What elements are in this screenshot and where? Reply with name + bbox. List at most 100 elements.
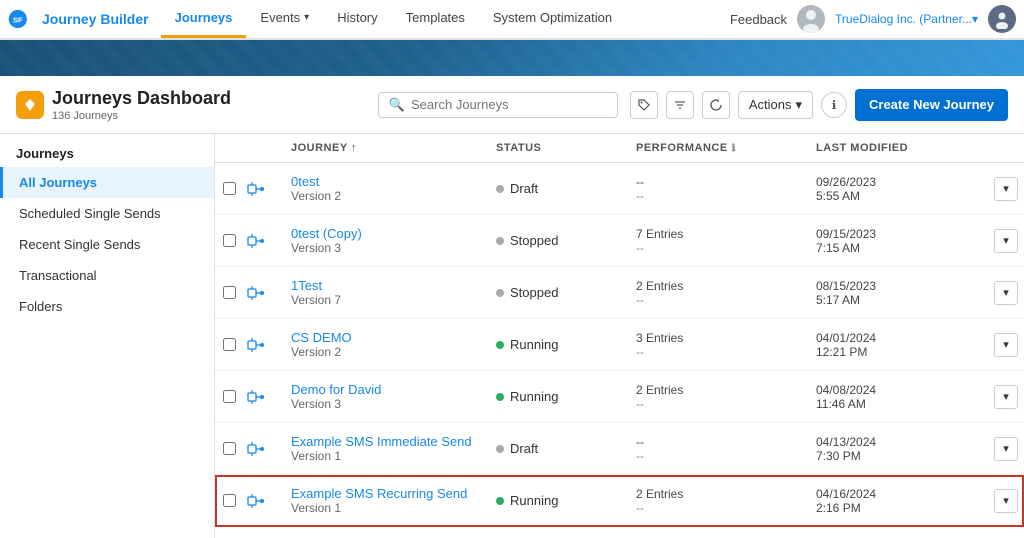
app-logo[interactable]: SF Journey Builder	[8, 5, 149, 33]
journey-type-icon-6	[247, 493, 287, 509]
perf-entries-1: 7 Entries	[636, 227, 808, 241]
actions-dropdown[interactable]: Actions ▾	[738, 91, 813, 119]
row-action-btn-2[interactable]: ▾	[988, 281, 1024, 305]
perf-sub-1: --	[636, 241, 808, 255]
perf-entries-0: --	[636, 175, 808, 189]
row-action-btn-0[interactable]: ▾	[988, 177, 1024, 201]
sidebar-item-all-journeys[interactable]: All Journeys	[0, 167, 214, 198]
col-header-journey[interactable]: JOURNEY ↑	[287, 142, 488, 154]
status-dot-3	[496, 341, 504, 349]
row-action-btn-1[interactable]: ▾	[988, 229, 1024, 253]
journey-modified-2: 08/15/2023 5:17 AM	[808, 279, 988, 307]
journey-name-5[interactable]: Example SMS Immediate Send	[291, 434, 484, 449]
status-label-4: Running	[510, 389, 558, 404]
table-row: Example SMS Scheduled Send Running 2 Ent…	[215, 527, 1024, 538]
search-icon: 🔍	[389, 97, 405, 113]
status-label-1: Stopped	[510, 233, 558, 248]
sidebar-item-recent-single-sends[interactable]: Recent Single Sends	[0, 229, 214, 260]
sidebar-item-scheduled-single-sends[interactable]: Scheduled Single Sends	[0, 198, 214, 229]
journey-version-0: Version 2	[291, 189, 484, 203]
journey-name-2[interactable]: 1Test	[291, 278, 484, 293]
journey-info-4: Demo for David Version 3	[287, 376, 488, 417]
modified-time-0: 5:55 AM	[816, 189, 988, 203]
row-action-btn-4[interactable]: ▾	[988, 385, 1024, 409]
journey-performance-4: 2 Entries --	[628, 383, 808, 411]
row-checkbox-2[interactable]	[215, 286, 247, 299]
header-banner	[0, 40, 1024, 76]
perf-sub-4: --	[636, 397, 808, 411]
journey-modified-4: 04/08/2024 11:46 AM	[808, 383, 988, 411]
journey-info-6: Example SMS Recurring Send Version 1	[287, 480, 488, 521]
table-body: 0test Version 2 Draft -- -- 09/26/2023 5…	[215, 163, 1024, 538]
nav-tabs: Journeys Events ▾ History Templates Syst…	[161, 0, 627, 38]
journey-version-5: Version 1	[291, 449, 484, 463]
modified-time-6: 2:16 PM	[816, 501, 988, 515]
modified-date-3: 04/01/2024	[816, 331, 988, 345]
journey-info-5: Example SMS Immediate Send Version 1	[287, 428, 488, 469]
nav-tab-system-optimization[interactable]: System Optimization	[479, 0, 626, 38]
modified-time-2: 5:17 AM	[816, 293, 988, 307]
sidebar-item-transactional[interactable]: Transactional	[0, 260, 214, 291]
filter-icon[interactable]	[666, 91, 694, 119]
journey-modified-5: 04/13/2024 7:30 PM	[808, 435, 988, 463]
journey-name-0[interactable]: 0test	[291, 174, 484, 189]
status-label-3: Running	[510, 337, 558, 352]
journey-name-1[interactable]: 0test (Copy)	[291, 226, 484, 241]
status-label-5: Draft	[510, 441, 538, 456]
table-row: Example SMS Recurring Send Version 1 Run…	[215, 475, 1024, 527]
row-checkbox-3[interactable]	[215, 338, 247, 351]
location-pin-icon	[22, 97, 38, 113]
row-checkbox-6[interactable]	[215, 494, 247, 507]
perf-sub-2: --	[636, 293, 808, 307]
search-box[interactable]: 🔍	[378, 92, 618, 118]
table-row: 1Test Version 7 Stopped 2 Entries -- 08/…	[215, 267, 1024, 319]
row-checkbox-4[interactable]	[215, 390, 247, 403]
row-checkbox-5[interactable]	[215, 442, 247, 455]
row-checkbox-0[interactable]	[215, 182, 247, 195]
row-action-btn-3[interactable]: ▾	[988, 333, 1024, 357]
table-row: Demo for David Version 3 Running 2 Entri…	[215, 371, 1024, 423]
journey-performance-2: 2 Entries --	[628, 279, 808, 307]
row-action-btn-6[interactable]: ▾	[988, 489, 1024, 513]
col-header-check	[215, 142, 247, 154]
actions-arrow-icon: ▾	[795, 97, 802, 113]
journey-info-2: 1Test Version 7	[287, 272, 488, 313]
perf-entries-6: 2 Entries	[636, 487, 808, 501]
row-action-btn-5[interactable]: ▾	[988, 437, 1024, 461]
table-row: Example SMS Immediate Send Version 1 Dra…	[215, 423, 1024, 475]
modified-date-1: 09/15/2023	[816, 227, 988, 241]
perf-info-icon[interactable]: ℹ	[732, 143, 736, 154]
perf-entries-4: 2 Entries	[636, 383, 808, 397]
modified-date-5: 04/13/2024	[816, 435, 988, 449]
user-avatar-icon	[797, 5, 825, 33]
journey-version-6: Version 1	[291, 501, 484, 515]
journey-status-5: Draft	[488, 441, 628, 456]
nav-tab-events[interactable]: Events ▾	[246, 0, 323, 38]
journey-name-4[interactable]: Demo for David	[291, 382, 484, 397]
row-checkbox-1[interactable]	[215, 234, 247, 247]
info-button[interactable]: ℹ	[821, 92, 847, 118]
table-header: JOURNEY ↑ STATUS PERFORMANCE ℹ LAST MODI…	[215, 134, 1024, 163]
table-row: 0test Version 2 Draft -- -- 09/26/2023 5…	[215, 163, 1024, 215]
sidebar-item-folders[interactable]: Folders	[0, 291, 214, 322]
account-icon[interactable]	[988, 5, 1016, 33]
journey-name-6[interactable]: Example SMS Recurring Send	[291, 486, 484, 501]
user-account[interactable]: TrueDialog Inc. (Partner...▾	[835, 12, 978, 26]
nav-tab-templates[interactable]: Templates	[392, 0, 479, 38]
feedback-link[interactable]: Feedback	[730, 12, 787, 27]
nav-tab-journeys[interactable]: Journeys	[161, 0, 247, 38]
search-input[interactable]	[411, 97, 607, 112]
journey-status-2: Stopped	[488, 285, 628, 300]
avatar	[797, 5, 825, 33]
status-dot-5	[496, 445, 504, 453]
tag-filter-icon[interactable]	[630, 91, 658, 119]
banner-pattern	[0, 40, 1024, 76]
modified-date-6: 04/16/2024	[816, 487, 988, 501]
journey-name-3[interactable]: CS DEMO	[291, 330, 484, 345]
create-journey-button[interactable]: Create New Journey	[855, 89, 1008, 121]
journeys-icon	[16, 91, 44, 119]
journey-performance-1: 7 Entries --	[628, 227, 808, 255]
actions-label: Actions	[749, 97, 792, 112]
nav-tab-history[interactable]: History	[323, 0, 391, 38]
refresh-icon[interactable]	[702, 91, 730, 119]
